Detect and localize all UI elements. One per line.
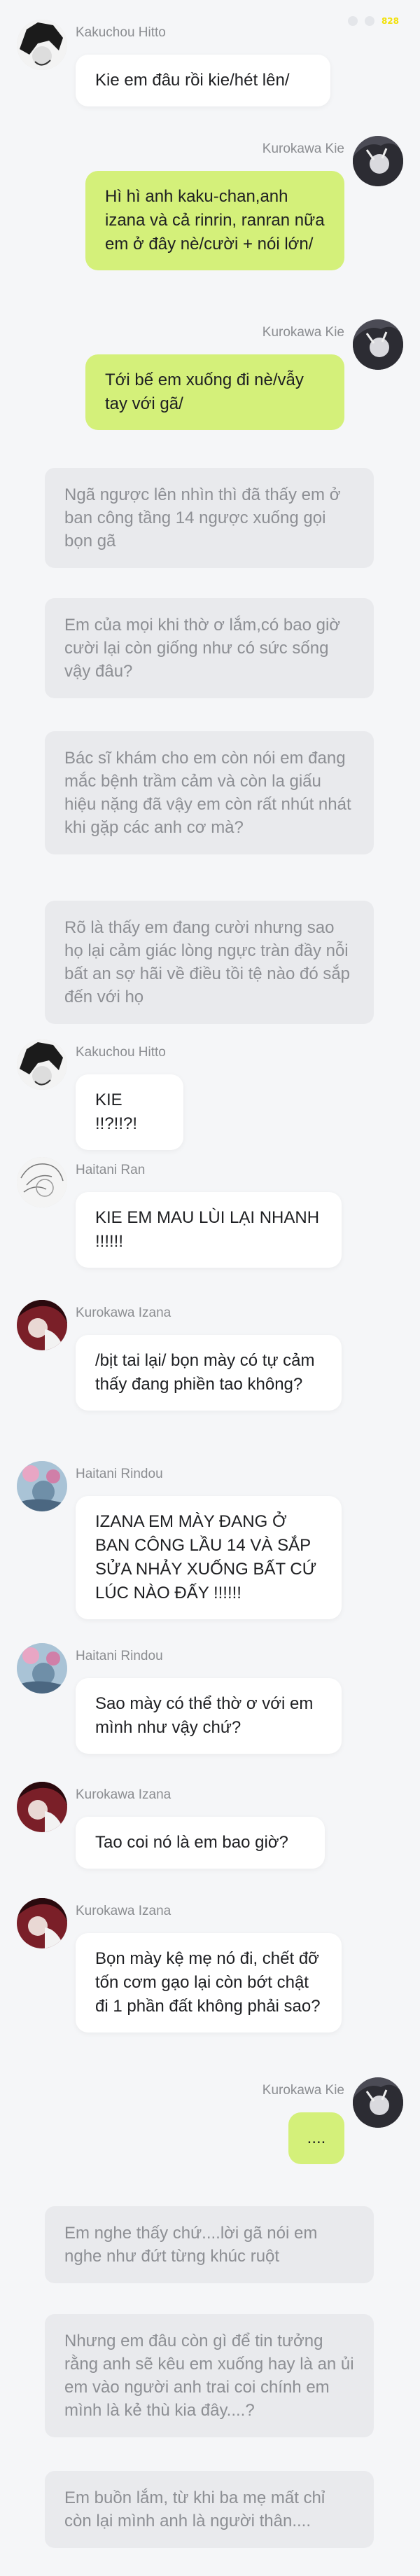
sender-name: Haitani Ran	[76, 1163, 146, 1177]
narration-block: Nhưng em đâu còn gì để tin tưởng rằng an…	[45, 2314, 374, 2437]
sender-name: Haitani Rindou	[76, 1649, 163, 1663]
avatar-ran-icon[interactable]	[17, 1157, 67, 1207]
message-bubble: IZANA EM MÀY ĐANG Ở BAN CÔNG LẦU 14 VÀ S…	[76, 1496, 342, 1619]
message-bubble: Sao mày có thể thờ ơ với em mình như vậy…	[76, 1678, 342, 1754]
avatar-izana-icon[interactable]	[17, 1300, 67, 1350]
message-bubble: ....	[288, 2112, 344, 2164]
avatar-rindou-icon[interactable]	[17, 1461, 67, 1511]
message-bubble: KIE EM MAU LÙI LẠI NHANH !!!!!!	[76, 1192, 342, 1268]
narration-block: Em nghe thấy chứ....lời gã nói em nghe n…	[45, 2206, 374, 2283]
message-bubble: Tao coi nó là em bao giờ?	[76, 1817, 325, 1869]
sender-name: Kurokawa Kie	[262, 325, 344, 340]
sender-name: Kakuchou Hitto	[76, 1045, 166, 1060]
sender-name: Kurokawa Izana	[76, 1904, 172, 1918]
avatar-kie-icon[interactable]	[353, 136, 403, 186]
sender-name: Haitani Rindou	[76, 1467, 163, 1481]
narration-block: Ngã ngược lên nhìn thì đã thấy em ở ban …	[45, 468, 374, 568]
narration-block: Bác sĩ khám cho em còn nói em đang mắc b…	[45, 731, 374, 854]
status-dot-icon	[364, 16, 374, 26]
message-bubble: /bịt tai lại/ bọn mày có tự cảm thấy đan…	[76, 1335, 342, 1411]
avatar-kakuchou-icon[interactable]	[17, 20, 67, 70]
status-badge: 828	[381, 16, 399, 26]
message-bubble: Hì hì anh kaku-chan,anh izana và cả rinr…	[85, 171, 344, 270]
avatar-rindou-icon[interactable]	[17, 1643, 67, 1694]
message-bubble: Bọn mày kệ mẹ nó đi, chết đỡ tốn cơm gạo…	[76, 1933, 342, 2033]
message-bubble: Kie em đâu rồi kie/hét lên/	[76, 55, 330, 106]
sender-name: Kurokawa Kie	[262, 141, 344, 156]
sender-name: Kakuchou Hitto	[76, 25, 166, 40]
status-dot-icon	[347, 16, 358, 26]
avatar-kakuchou-icon[interactable]	[17, 1039, 67, 1090]
sender-name: Kurokawa Izana	[76, 1787, 172, 1802]
narration-block: Rõ là thấy em đang cười nhưng sao họ lại…	[45, 901, 374, 1024]
avatar-izana-icon[interactable]	[17, 1898, 67, 1948]
avatar-kie-icon[interactable]	[353, 319, 403, 370]
narration-block: Em buồn lắm, từ khi ba mẹ mất chỉ còn lạ…	[45, 2471, 374, 2548]
avatar-izana-icon[interactable]	[17, 1782, 67, 1832]
status-bar: 828	[347, 14, 399, 28]
sender-name: Kurokawa Izana	[76, 1306, 172, 1320]
avatar-kie-icon[interactable]	[353, 2077, 403, 2128]
message-bubble: KIE !!?!!?!	[76, 1074, 183, 1150]
narration-block: Em của mọi khi thờ ơ lắm,có bao giờ cười…	[45, 598, 374, 698]
message-bubble: Tới bế em xuống đi nè/vẫy tay với gã/	[85, 354, 344, 430]
sender-name: Kurokawa Kie	[262, 2083, 344, 2098]
